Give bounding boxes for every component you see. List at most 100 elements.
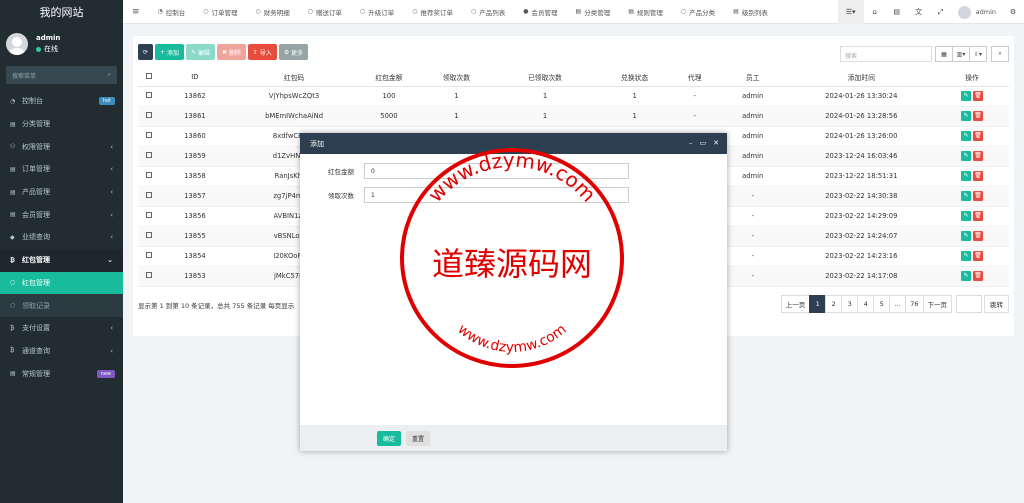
- column-header[interactable]: 已领取次数: [492, 68, 598, 87]
- fullscreen-icon[interactable]: ⤢: [930, 8, 952, 17]
- row-checkbox[interactable]: [138, 166, 160, 187]
- table-row[interactable]: 13861 bMEmIWchaAiNd 5000 1 1 1- admin 2024-01-2…: [138, 106, 1009, 127]
- edit-icon[interactable]: ✎: [961, 271, 972, 281]
- tab-7[interactable]: ● 会员管理: [514, 0, 566, 24]
- row-checkbox[interactable]: [138, 246, 160, 267]
- edit-button[interactable]: ✎ 编辑: [185, 44, 215, 60]
- column-header[interactable]: 添加时间: [787, 68, 936, 87]
- edit-icon[interactable]: ✎: [961, 231, 972, 241]
- times-input[interactable]: 1: [364, 187, 629, 203]
- sidebar-item-8[interactable]: ○ 红包管理: [0, 271, 123, 295]
- amount-input[interactable]: 0: [364, 163, 629, 179]
- tab-9[interactable]: ▤ 规则管理: [619, 0, 672, 24]
- edit-icon[interactable]: ✎: [961, 191, 972, 201]
- delete-icon[interactable]: 🗑: [973, 131, 984, 141]
- sidebar-item-4[interactable]: ▤ 产品管理 ‹: [0, 181, 123, 204]
- sidebar-item-6[interactable]: ◆ 业绩查询 ‹: [0, 226, 123, 249]
- maximize-icon[interactable]: ▭: [700, 139, 707, 147]
- page-button[interactable]: 3: [841, 295, 859, 313]
- app-title[interactable]: 我的网站: [0, 0, 123, 24]
- delete-icon[interactable]: 🗑: [973, 151, 984, 161]
- delete-icon[interactable]: 🗑: [973, 271, 984, 281]
- edit-icon[interactable]: ✎: [961, 211, 972, 221]
- column-header[interactable]: 红包金额: [357, 68, 421, 87]
- delete-icon[interactable]: 🗑: [973, 171, 984, 181]
- edit-icon[interactable]: ✎: [961, 151, 972, 161]
- menu-list-icon[interactable]: ☰▾: [837, 0, 864, 24]
- search-icon[interactable]: ⌕: [991, 46, 1009, 62]
- page-button[interactable]: 1: [809, 295, 827, 313]
- sidebar-item-3[interactable]: ▤ 订单管理 ‹: [0, 158, 123, 181]
- prev-page-button[interactable]: 上一页: [780, 295, 811, 313]
- row-checkbox[interactable]: [138, 226, 160, 247]
- edit-icon[interactable]: ✎: [961, 111, 972, 121]
- sidebar-item-5[interactable]: ▤ 会员管理 ‹: [0, 203, 123, 226]
- row-checkbox[interactable]: [138, 266, 160, 287]
- sidebar-item-1[interactable]: ▤ 分类管理: [0, 113, 123, 136]
- toggle-view-icon[interactable]: ▦: [935, 46, 953, 62]
- column-header[interactable]: 兑换状态: [597, 68, 672, 87]
- confirm-button[interactable]: 确定: [377, 430, 402, 446]
- reset-button[interactable]: 重置: [406, 430, 431, 446]
- row-checkbox[interactable]: [138, 86, 160, 107]
- page-button[interactable]: ...: [889, 295, 907, 313]
- row-checkbox[interactable]: [138, 186, 160, 207]
- sidebar-item-10[interactable]: ₿ 支付设置 ‹: [0, 317, 123, 340]
- delete-icon[interactable]: 🗑: [973, 211, 984, 221]
- trash-icon[interactable]: ▤: [886, 8, 908, 16]
- page-button[interactable]: 4: [857, 295, 875, 313]
- import-button[interactable]: ⇧ 导入: [247, 44, 277, 60]
- table-search-input[interactable]: 搜索: [840, 46, 932, 62]
- close-icon[interactable]: ✕: [713, 139, 719, 147]
- tab-11[interactable]: ▤ 级别列表: [724, 0, 777, 24]
- table-row[interactable]: 13862 VjYhpsWcZQt3 100 1 1 1- admin 2024-01-26 …: [138, 86, 1009, 107]
- refresh-button[interactable]: ⟳: [138, 44, 154, 60]
- sidebar-item-7[interactable]: ₿ 红包管理 ⌄: [0, 248, 123, 272]
- tab-10[interactable]: ○ 产品分类: [672, 0, 724, 24]
- delete-icon[interactable]: 🗑: [973, 111, 984, 121]
- jump-page-input[interactable]: [956, 295, 982, 313]
- select-all-checkbox[interactable]: [138, 68, 160, 87]
- add-button[interactable]: + 添加: [155, 44, 184, 60]
- modal-header[interactable]: 添加 – ▭ ✕: [300, 133, 727, 154]
- page-button[interactable]: 2: [825, 295, 843, 313]
- delete-icon[interactable]: 🗑: [973, 251, 984, 261]
- avatar[interactable]: [6, 33, 28, 55]
- delete-button[interactable]: ✖ 删除: [216, 44, 246, 60]
- delete-icon[interactable]: 🗑: [973, 91, 984, 101]
- more-button[interactable]: ⚙ 更多: [278, 44, 309, 60]
- export-icon[interactable]: ⇩▾: [969, 46, 987, 62]
- column-header[interactable]: 领取次数: [420, 68, 493, 87]
- next-page-button[interactable]: 下一页: [922, 295, 952, 313]
- row-checkbox[interactable]: [138, 206, 160, 227]
- column-header[interactable]: ID: [159, 68, 231, 87]
- menu-toggle-icon[interactable]: ≡: [123, 0, 149, 24]
- tab-1[interactable]: ○ 订单管理: [194, 0, 246, 24]
- sidebar-item-2[interactable]: ⚇ 权限管理 ‹: [0, 135, 123, 158]
- row-checkbox[interactable]: [138, 126, 160, 147]
- edit-icon[interactable]: ✎: [961, 251, 972, 261]
- home-icon[interactable]: ⌂: [864, 8, 886, 16]
- tab-5[interactable]: ○ 推荐奖订单: [403, 0, 462, 24]
- sidebar-item-11[interactable]: ₿ 通道查询 ‹: [0, 340, 123, 363]
- settings-icon[interactable]: ⚙: [1002, 8, 1024, 16]
- tab-6[interactable]: ○ 产品列表: [462, 0, 514, 24]
- delete-icon[interactable]: 🗑: [973, 191, 984, 201]
- edit-icon[interactable]: ✎: [961, 171, 972, 181]
- sidebar-item-12[interactable]: ▤ 常规管理 new: [0, 362, 123, 385]
- column-header[interactable]: 代理: [671, 68, 718, 87]
- column-header[interactable]: 员工: [717, 68, 788, 87]
- jump-button[interactable]: 跳转: [984, 295, 1009, 313]
- delete-icon[interactable]: 🗑: [973, 231, 984, 241]
- sidebar-item-0[interactable]: ◔ 控制台 hot: [0, 90, 123, 113]
- edit-icon[interactable]: ✎: [961, 91, 972, 101]
- tab-4[interactable]: ○ 升级订单: [351, 0, 403, 24]
- edit-icon[interactable]: ✎: [961, 131, 972, 141]
- column-header[interactable]: 红包码: [230, 68, 358, 87]
- column-header[interactable]: 操作: [935, 68, 1009, 87]
- sidebar-item-9[interactable]: ○ 领取记录: [0, 294, 123, 317]
- row-checkbox[interactable]: [138, 106, 160, 127]
- sidebar-search[interactable]: 搜索菜单 ⌕: [6, 66, 117, 84]
- tab-0[interactable]: ◔ 控制台: [149, 0, 195, 24]
- row-checkbox[interactable]: [138, 146, 160, 167]
